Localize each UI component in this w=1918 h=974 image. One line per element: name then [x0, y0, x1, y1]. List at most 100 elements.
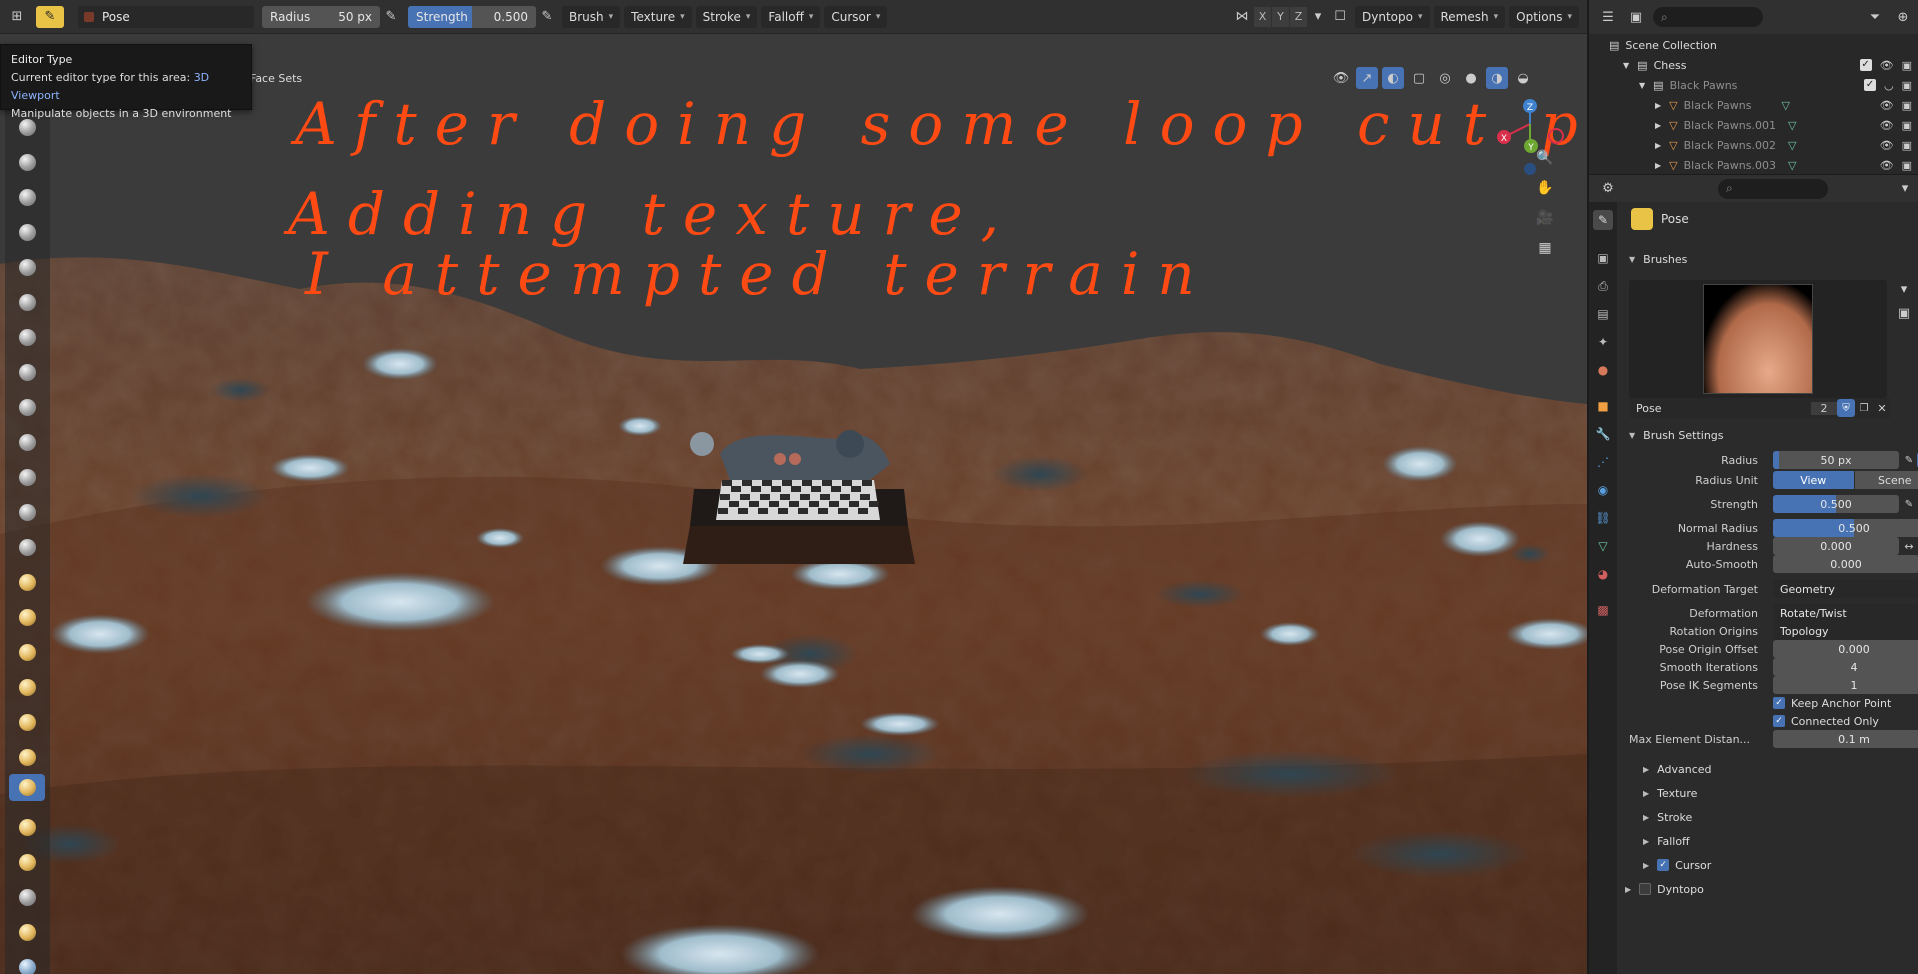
- rotation-origins-select[interactable]: Topology▾: [1773, 622, 1918, 640]
- texture-tab-icon[interactable]: ▩: [1593, 600, 1613, 620]
- brush-menu[interactable]: Brush ▾: [562, 5, 621, 28]
- expand-arrow-icon[interactable]: ▶: [1655, 141, 1661, 150]
- snake-hook-brush-tool[interactable]: [14, 709, 41, 736]
- texture-menu[interactable]: Texture ▾: [624, 5, 692, 28]
- render-camera-icon[interactable]: ▣: [1902, 99, 1912, 112]
- connected-only-checkbox[interactable]: ✓ Connected Only: [1773, 715, 1879, 728]
- eye-closed-icon[interactable]: ◡: [1884, 79, 1894, 92]
- camera-view-icon[interactable]: 🎥: [1532, 205, 1558, 231]
- thumb-brush-tool[interactable]: [14, 744, 41, 771]
- face-sets-menu[interactable]: Face Sets: [250, 68, 302, 88]
- xray-icon[interactable]: ▢: [1408, 67, 1430, 89]
- eye-icon[interactable]: 👁: [1880, 139, 1894, 152]
- material-tab-icon[interactable]: ◕: [1593, 564, 1613, 584]
- outliner-row-black-pawns-collection[interactable]: ▼ ▤ Black Pawns ✓ ◡ ▣: [1589, 75, 1918, 95]
- wireframe-shading-icon[interactable]: ◎: [1434, 67, 1456, 89]
- display-mode-icon[interactable]: ▣: [1625, 6, 1647, 28]
- brushes-panel-header[interactable]: ▼ Brushes: [1617, 248, 1918, 270]
- texture-subpanel-header[interactable]: ▶ Texture: [1617, 782, 1918, 804]
- solid-shading-icon[interactable]: ●: [1460, 67, 1482, 89]
- overlay-toggle-icon[interactable]: ◐: [1382, 67, 1404, 89]
- falloff-menu[interactable]: Falloff ▾: [761, 5, 821, 28]
- falloff-subpanel-header[interactable]: ▶ Falloff: [1617, 830, 1918, 852]
- outliner-row-object[interactable]: ▶ ▽ Black Pawns.001 ▽ 👁 ▣: [1589, 115, 1918, 135]
- scrape-brush-tool[interactable]: [14, 534, 41, 561]
- perspective-grid-icon[interactable]: ▦: [1532, 235, 1558, 261]
- gizmo-toggle-icon[interactable]: ↗: [1356, 67, 1378, 89]
- world-tab-icon[interactable]: ●: [1593, 360, 1613, 380]
- outliner-editor-type-icon[interactable]: ☰: [1597, 6, 1619, 28]
- crease-brush-tool[interactable]: [14, 394, 41, 421]
- editor-type-icon[interactable]: ⊞: [6, 6, 28, 28]
- hardness-field[interactable]: 0.000: [1773, 537, 1899, 555]
- brush-selector[interactable]: Pose: [78, 5, 254, 28]
- grab-brush-tool[interactable]: [14, 639, 41, 666]
- navigation-gizmo[interactable]: Z X Y: [1480, 64, 1580, 184]
- fill-brush-tool[interactable]: [14, 499, 41, 526]
- filter-icon[interactable]: ⏷: [1864, 6, 1886, 28]
- brush-list-dropdown-icon[interactable]: ▾: [1893, 278, 1915, 300]
- radius-field[interactable]: 50 px: [1773, 451, 1899, 469]
- outliner-row-object[interactable]: ▶ ▽ Black Pawns.002 ▽ 👁 ▣: [1589, 135, 1918, 155]
- inflate-brush-tool[interactable]: [14, 324, 41, 351]
- eye-icon[interactable]: 👁: [1880, 119, 1894, 132]
- pose-ik-segments-field[interactable]: 1: [1773, 676, 1918, 694]
- layer-brush-tool[interactable]: [14, 289, 41, 316]
- pose-brush-tool[interactable]: [9, 774, 45, 801]
- dyntopo-enabled-checkbox[interactable]: [1639, 883, 1652, 895]
- expand-arrow-icon[interactable]: ▼: [1623, 61, 1629, 70]
- zoom-icon[interactable]: 🔍: [1532, 145, 1558, 171]
- multiplane-scrape-brush-tool[interactable]: [14, 569, 41, 596]
- pose-brush-icon[interactable]: ✎: [36, 5, 64, 28]
- properties-search-input[interactable]: ⌕: [1718, 178, 1828, 199]
- render-camera-icon[interactable]: ▣: [1902, 139, 1912, 152]
- radius-unit-scene-option[interactable]: Scene: [1854, 471, 1918, 489]
- new-collection-icon[interactable]: ⊕: [1892, 6, 1914, 28]
- cursor-enabled-checkbox[interactable]: ✓: [1657, 859, 1670, 871]
- elastic-deform-brush-tool[interactable]: [14, 674, 41, 701]
- radius-pen-icon[interactable]: ✎: [380, 6, 402, 28]
- duplicate-brush-icon[interactable]: ❐: [1855, 399, 1873, 417]
- render-tab-icon[interactable]: ▣: [1593, 248, 1613, 268]
- dyntopo-checkbox[interactable]: ☐: [1329, 6, 1351, 28]
- render-camera-icon[interactable]: ▣: [1902, 119, 1912, 132]
- outliner-row-chess[interactable]: ▼ ▤ Chess ✓ 👁 ▣: [1589, 55, 1918, 75]
- constraints-tab-icon[interactable]: ⛓: [1593, 508, 1613, 528]
- brush-image-icon[interactable]: ▣: [1893, 302, 1915, 324]
- symmetry-icon[interactable]: ⋈: [1231, 6, 1253, 28]
- scene-tab-icon[interactable]: ✦: [1593, 332, 1613, 352]
- outliner-row-scene-collection[interactable]: ▤ Scene Collection: [1589, 35, 1918, 55]
- max-element-distance-field[interactable]: 0.1 m: [1773, 730, 1918, 748]
- particles-tab-icon[interactable]: ⋰: [1593, 452, 1613, 472]
- expand-arrow-icon[interactable]: ▶: [1655, 121, 1661, 130]
- render-camera-icon[interactable]: ▣: [1902, 79, 1912, 92]
- mirror-y-toggle[interactable]: Y: [1272, 6, 1290, 27]
- pinch-brush-tool[interactable]: [14, 604, 41, 631]
- brush-preview-area[interactable]: [1629, 280, 1887, 398]
- modifier-tab-icon[interactable]: 🔧: [1593, 424, 1613, 444]
- cursor-subpanel-header[interactable]: ▶ ✓ Cursor: [1617, 854, 1918, 876]
- outliner-row-object[interactable]: ▶ ▽ Black Pawns.003 ▽ 👁 ▣: [1589, 155, 1918, 174]
- keep-anchor-point-checkbox[interactable]: ✓ Keep Anchor Point: [1773, 697, 1891, 710]
- eye-icon[interactable]: 👁: [1880, 59, 1894, 72]
- physics-tab-icon[interactable]: ◉: [1593, 480, 1613, 500]
- auto-smooth-field[interactable]: 0.000: [1773, 555, 1918, 573]
- deformation-select[interactable]: Rotate/Twist▾: [1773, 604, 1918, 622]
- header-strength-field[interactable]: Strength 0.500: [408, 5, 536, 28]
- hardness-invert-icon[interactable]: ↔: [1901, 538, 1917, 554]
- strength-pressure-icon[interactable]: ✎: [1901, 496, 1917, 512]
- pan-hand-icon[interactable]: ✋: [1532, 175, 1558, 201]
- output-tab-icon[interactable]: ⎙: [1593, 276, 1613, 296]
- smooth-iterations-field[interactable]: 4: [1773, 658, 1918, 676]
- pose-origin-offset-field[interactable]: 0.000: [1773, 640, 1918, 658]
- properties-editor-type-icon[interactable]: ⚙: [1597, 178, 1619, 200]
- mirror-x-toggle[interactable]: X: [1254, 6, 1272, 27]
- expand-arrow-icon[interactable]: ▶: [1655, 161, 1661, 170]
- render-camera-icon[interactable]: ▣: [1902, 59, 1912, 72]
- unlink-brush-icon[interactable]: ✕: [1873, 399, 1891, 417]
- radius-unit-view-option[interactable]: View: [1773, 471, 1854, 489]
- blob-brush-tool[interactable]: [14, 359, 41, 386]
- eye-icon[interactable]: 👁: [1880, 159, 1894, 172]
- tool-tab-icon[interactable]: ✎: [1593, 210, 1613, 230]
- expand-arrow-icon[interactable]: ▶: [1655, 101, 1661, 110]
